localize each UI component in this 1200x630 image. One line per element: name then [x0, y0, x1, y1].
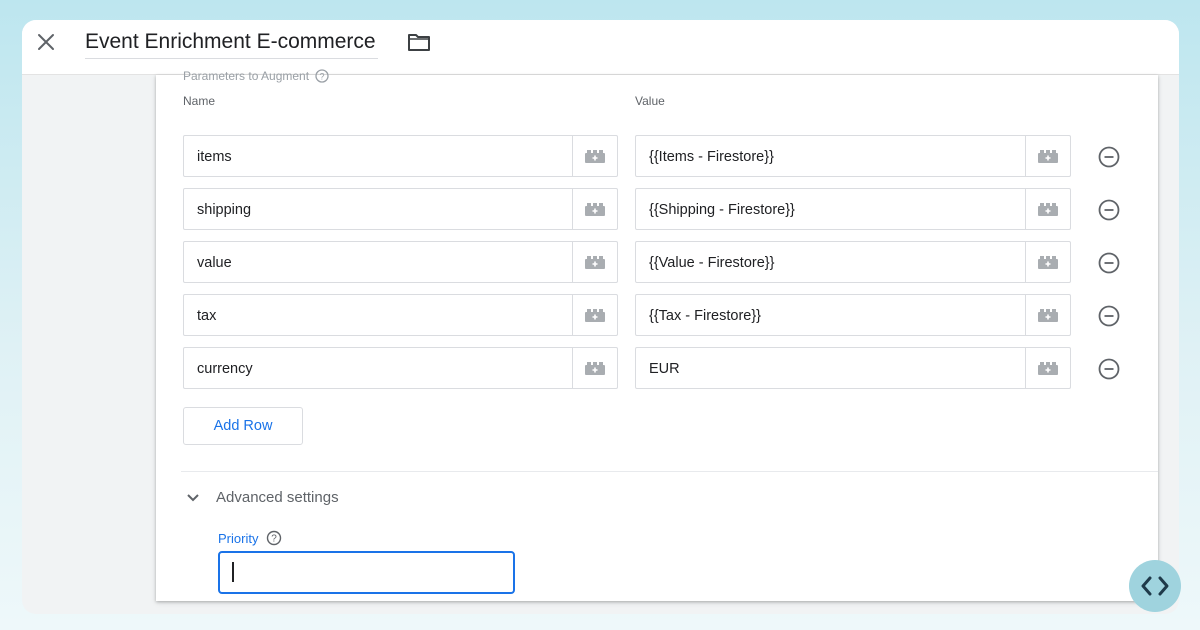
advanced-settings-toggle[interactable]: Advanced settings — [186, 489, 339, 506]
chevron-down-icon — [187, 493, 199, 501]
add-row-button[interactable]: Add Row — [183, 407, 303, 445]
parameter-name-value: items — [197, 149, 232, 165]
variable-picker-button[interactable] — [1025, 242, 1070, 282]
remove-circle-icon — [1098, 305, 1120, 327]
variable-picker-button[interactable] — [572, 295, 617, 335]
parameter-name-value: currency — [197, 361, 253, 377]
page-title: Event Enrichment E-commerce — [85, 30, 376, 53]
parameter-value-value: {{Items - Firestore}} — [649, 149, 774, 165]
parameter-name-input[interactable]: value — [183, 241, 618, 283]
variable-picker-button[interactable] — [572, 136, 617, 176]
close-button[interactable] — [34, 30, 58, 54]
advanced-settings-label: Advanced settings — [216, 489, 339, 506]
parameter-name-value: shipping — [197, 202, 252, 218]
code-icon — [1141, 576, 1169, 596]
name-column-header: Name — [183, 94, 216, 108]
parameter-row: value {{Value - Firestore}} — [183, 241, 1133, 285]
parameters-section-label: Parameters to Augment ? — [183, 69, 329, 83]
priority-label: Priority — [218, 530, 259, 546]
variable-picker-icon — [1038, 203, 1058, 216]
title-field[interactable]: Event Enrichment E-commerce — [85, 28, 378, 59]
variable-picker-button[interactable] — [572, 189, 617, 229]
remove-row-button[interactable] — [1097, 251, 1121, 275]
variable-picker-icon — [1038, 362, 1058, 375]
remove-circle-icon — [1098, 199, 1120, 221]
priority-input[interactable] — [218, 551, 515, 594]
parameter-value-value: {{Tax - Firestore}} — [649, 308, 762, 324]
top-bar: Event Enrichment E-commerce — [22, 20, 1179, 75]
remove-row-button[interactable] — [1097, 357, 1121, 381]
folder-icon — [408, 34, 430, 51]
variable-picker-button[interactable] — [1025, 136, 1070, 176]
value-column-header: Value — [635, 94, 665, 108]
variable-picker-button[interactable] — [1025, 189, 1070, 229]
variable-picker-icon — [585, 150, 605, 163]
remove-row-button[interactable] — [1097, 145, 1121, 169]
folder-button[interactable] — [406, 30, 432, 54]
variable-picker-button[interactable] — [1025, 295, 1070, 335]
parameter-name-value: value — [197, 255, 232, 271]
parameter-value-value: {{Shipping - Firestore}} — [649, 202, 795, 218]
parameter-value-input[interactable]: EUR — [635, 347, 1071, 389]
parameter-name-input[interactable]: currency — [183, 347, 618, 389]
variable-picker-icon — [585, 256, 605, 269]
variable-picker-button[interactable] — [1025, 348, 1070, 388]
tag-editor-window: Event Enrichment E-commerce Parameters t… — [22, 20, 1179, 614]
remove-circle-icon — [1098, 252, 1120, 274]
svg-text:?: ? — [272, 534, 278, 545]
parameter-name-input[interactable]: tax — [183, 294, 618, 336]
section-divider — [181, 471, 1158, 472]
variable-picker-button[interactable] — [572, 348, 617, 388]
parameter-row: currency EUR — [183, 347, 1133, 391]
tag-configuration-panel: Parameters to Augment ? Name Value items… — [156, 69, 1158, 601]
code-embed-button[interactable] — [1129, 560, 1181, 612]
text-cursor — [232, 562, 234, 582]
help-icon[interactable]: ? — [315, 69, 329, 83]
help-icon[interactable]: ? — [266, 530, 282, 546]
parameter-value-input[interactable]: {{Items - Firestore}} — [635, 135, 1071, 177]
variable-picker-icon — [585, 362, 605, 375]
svg-text:?: ? — [320, 72, 325, 82]
parameter-value-value: {{Value - Firestore}} — [649, 255, 775, 271]
parameter-name-input[interactable]: items — [183, 135, 618, 177]
parameter-value-input[interactable]: {{Tax - Firestore}} — [635, 294, 1071, 336]
parameter-row: tax {{Tax - Firestore}} — [183, 294, 1133, 338]
parameter-value-input[interactable]: {{Shipping - Firestore}} — [635, 188, 1071, 230]
parameter-name-input[interactable]: shipping — [183, 188, 618, 230]
variable-picker-icon — [1038, 150, 1058, 163]
parameter-row: items {{Items - Firestore}} — [183, 135, 1133, 179]
parameter-name-value: tax — [197, 308, 217, 324]
parameter-row: shipping {{Shipping - Firestore}} — [183, 188, 1133, 232]
parameter-value-input[interactable]: {{Value - Firestore}} — [635, 241, 1071, 283]
variable-picker-button[interactable] — [572, 242, 617, 282]
remove-row-button[interactable] — [1097, 198, 1121, 222]
remove-row-button[interactable] — [1097, 304, 1121, 328]
parameter-value-value: EUR — [649, 361, 680, 377]
variable-picker-icon — [585, 309, 605, 322]
variable-picker-icon — [1038, 309, 1058, 322]
variable-picker-icon — [585, 203, 605, 216]
variable-picker-icon — [1038, 256, 1058, 269]
remove-circle-icon — [1098, 358, 1120, 380]
close-icon — [38, 34, 54, 50]
priority-label-row: Priority ? — [218, 530, 282, 546]
remove-circle-icon — [1098, 146, 1120, 168]
parameters-section-title: Parameters to Augment — [183, 69, 310, 83]
